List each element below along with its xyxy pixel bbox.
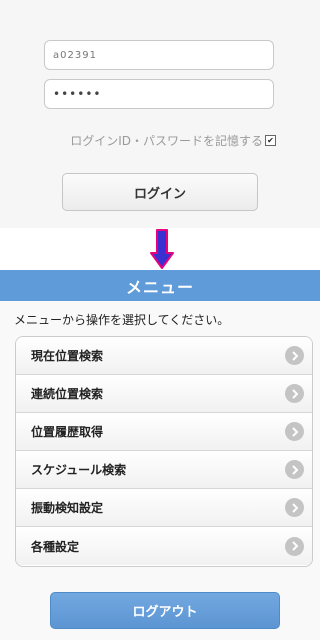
remember-label: ログインID・パスワードを記憶する (70, 133, 263, 148)
chevron-right-icon (285, 422, 304, 441)
menu-body: メニューから操作を選択してください。 現在位置検索 連続位置検索 位置履歴取得 … (0, 301, 320, 640)
menu-item-label: スケジュール検索 (31, 463, 127, 477)
chevron-right-icon (285, 384, 304, 403)
user-id-field[interactable] (44, 40, 274, 70)
logout-button[interactable]: ログアウト (50, 592, 280, 629)
menu-item-current-location-search[interactable]: 現在位置検索 (16, 337, 312, 375)
menu-item-continuous-location-search[interactable]: 連続位置検索 (16, 375, 312, 413)
chevron-right-icon (285, 498, 304, 517)
remember-credentials[interactable]: ログインID・パスワードを記憶する ✔ (44, 131, 276, 149)
menu-title: メニュー (125, 277, 194, 297)
menu-item-vibration-detection[interactable]: 振動検知設定 (16, 489, 312, 527)
login-button-label: ログイン (133, 186, 186, 202)
menu-header: メニュー (0, 270, 320, 301)
menu-item-label: 振動検知設定 (31, 501, 104, 515)
menu-item-settings[interactable]: 各種設定 (16, 527, 312, 565)
menu-item-label: 連続位置検索 (31, 387, 104, 401)
menu-instruction: メニューから操作を選択してください。 (14, 313, 230, 327)
chevron-right-icon (285, 460, 304, 479)
menu-item-label: 現在位置検索 (31, 349, 104, 363)
password-field[interactable] (44, 79, 274, 109)
down-arrow-icon (150, 229, 174, 269)
menu-item-location-history[interactable]: 位置履歴取得 (16, 413, 312, 451)
menu-item-label: 各種設定 (31, 539, 80, 554)
logout-button-label: ログアウト (132, 605, 198, 620)
login-button[interactable]: ログイン (62, 173, 258, 211)
remember-checkbox[interactable]: ✔ (265, 134, 276, 146)
chevron-right-icon (285, 536, 304, 556)
chevron-right-icon (285, 346, 304, 365)
menu-item-label: 位置履歴取得 (31, 425, 104, 439)
menu-list: 現在位置検索 連続位置検索 位置履歴取得 スケジュール検索 振動検知設定 各種設… (15, 336, 313, 567)
menu-item-schedule-search[interactable]: スケジュール検索 (16, 451, 312, 489)
login-panel: ログインID・パスワードを記憶する ✔ ログイン (0, 0, 320, 228)
